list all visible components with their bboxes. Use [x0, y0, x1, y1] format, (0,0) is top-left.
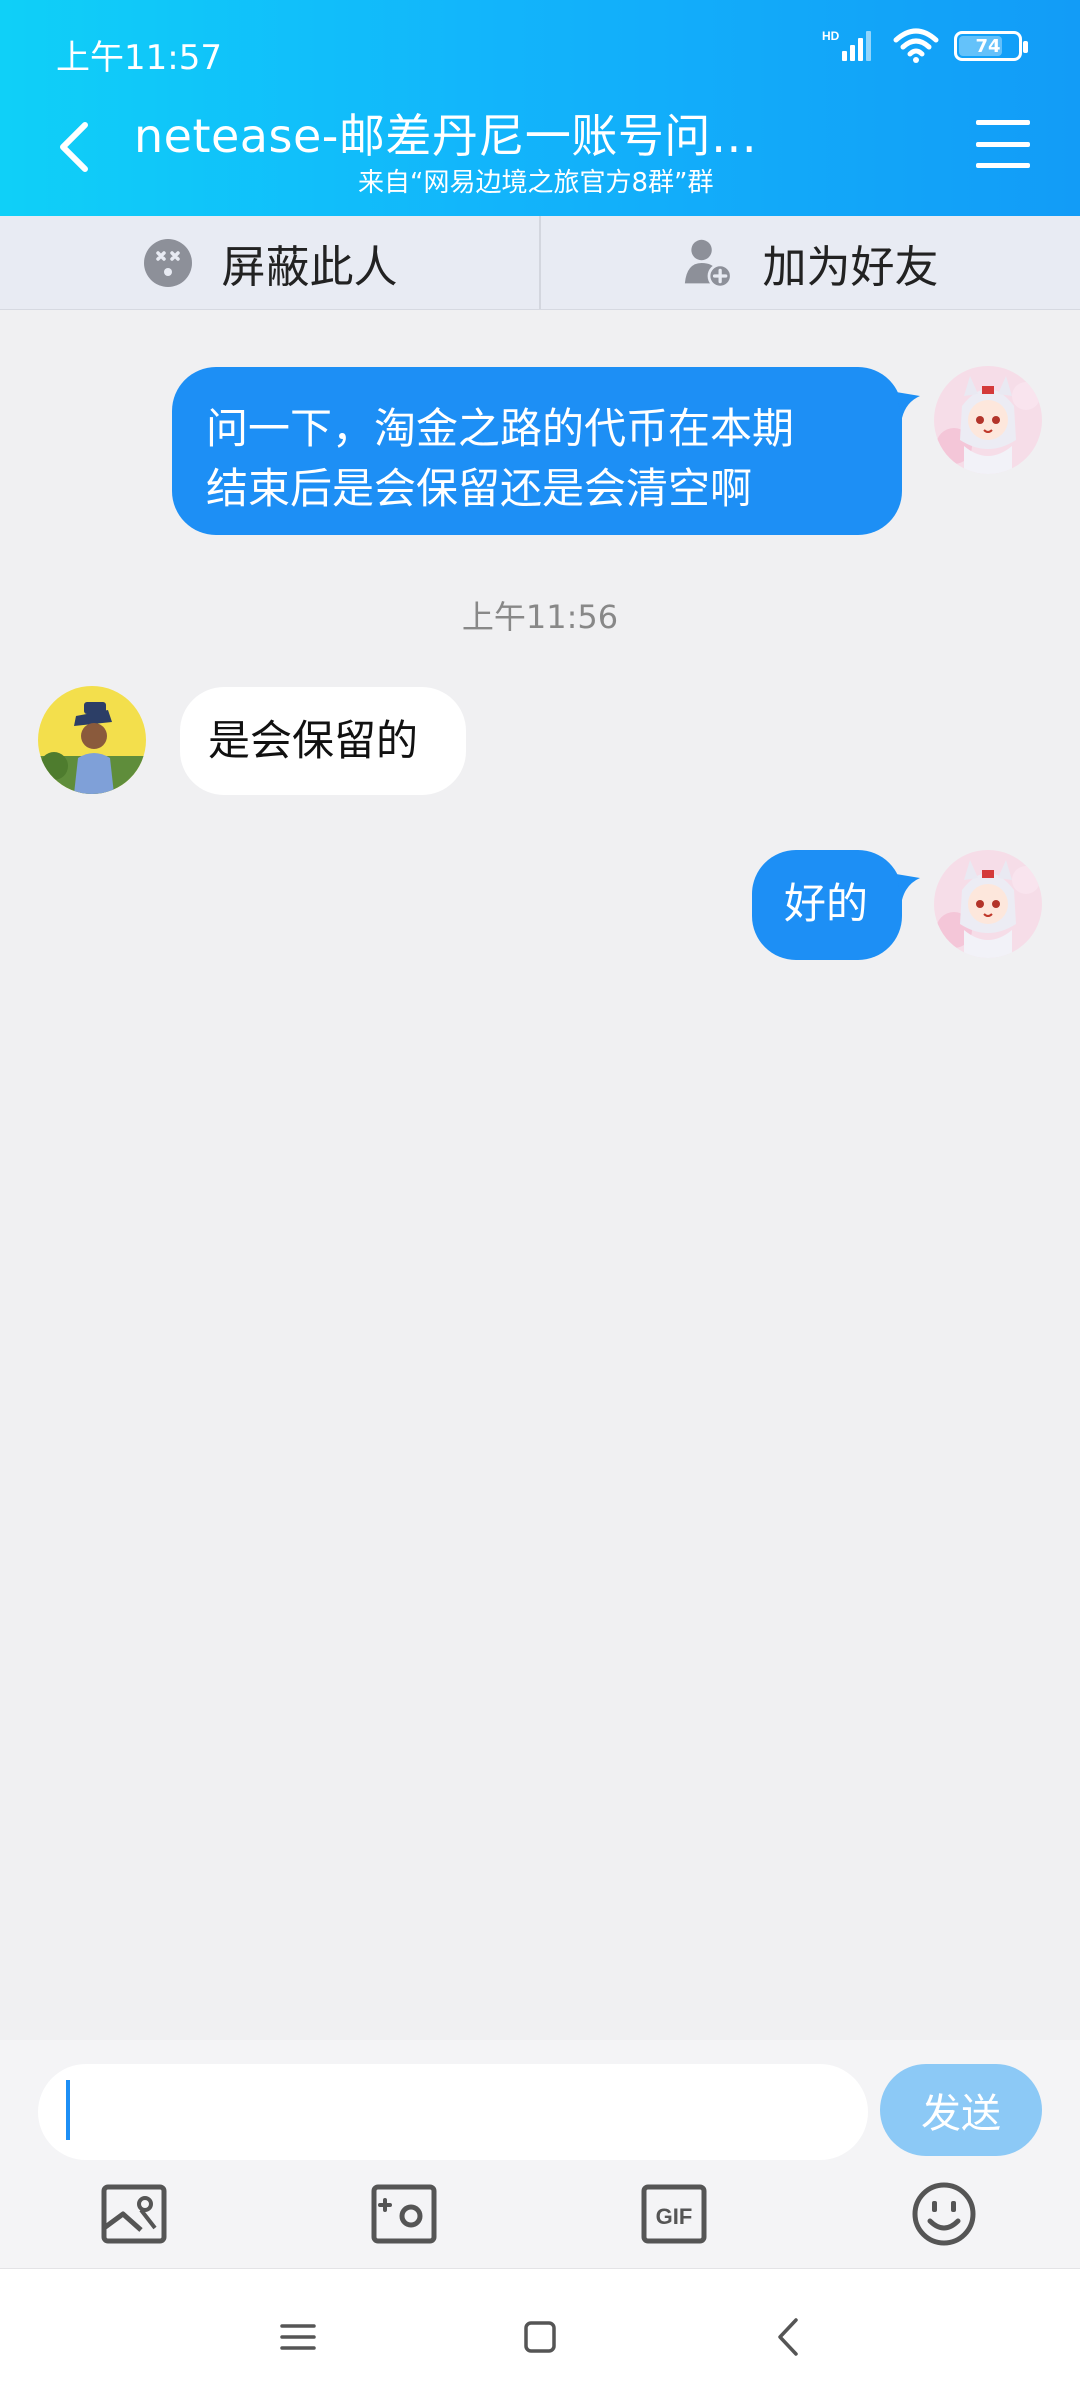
emoji-button[interactable]	[908, 2178, 980, 2250]
back-button[interactable]	[50, 115, 98, 179]
battery-indicator: 74	[954, 31, 1028, 61]
hamburger-menu-icon	[976, 120, 1030, 125]
message-line: 问一下，淘金之路的代币在本期	[206, 404, 795, 453]
status-time: 上午11:57	[56, 38, 222, 78]
message-input[interactable]	[38, 2064, 868, 2160]
gif-label: GIF	[656, 2204, 693, 2229]
send-button[interactable]: 发送	[880, 2064, 1042, 2156]
bubble-tail	[896, 874, 920, 900]
system-nav-bar	[0, 2268, 1080, 2400]
bubble-tail	[896, 392, 920, 418]
message-timestamp: 上午11:56	[461, 598, 619, 636]
gif-button[interactable]: GIF	[638, 2178, 710, 2250]
wifi-icon	[893, 28, 939, 63]
chat-title: netease-邮差丹尼一账号问…	[134, 109, 758, 163]
message-composer: 发送 GIF	[0, 2040, 1080, 2268]
avatar-self[interactable]	[934, 366, 1042, 474]
block-user-label: 屏蔽此人	[221, 241, 398, 293]
message-bubble-outgoing[interactable]: 问一下，淘金之路的代币在本期 结束后是会保留还是会清空啊	[172, 367, 902, 535]
text-cursor	[66, 2080, 70, 2140]
block-face-icon	[142, 237, 194, 289]
status-icons: HD 74	[822, 28, 1028, 64]
home-square-icon	[524, 2321, 556, 2353]
chevron-left-icon	[60, 122, 88, 172]
chat-subtitle: 来自“网易边境之旅官方8群”群	[358, 168, 714, 198]
recents-icon	[280, 2324, 316, 2350]
gif-icon: GIF	[641, 2184, 707, 2244]
message-bubble-incoming[interactable]: 是会保留的	[180, 687, 466, 795]
menu-button[interactable]	[976, 120, 1030, 168]
nav-recents-button[interactable]	[270, 2309, 326, 2365]
camera-button[interactable]	[368, 2178, 440, 2250]
add-friend-label: 加为好友	[762, 241, 939, 293]
network-type-label: HD	[822, 29, 840, 43]
camera-icon	[371, 2184, 437, 2244]
chat-header: 上午11:57 HD 74 netease-邮差丹尼一账号问… 来自“网易边境之…	[0, 0, 1080, 216]
block-user-button[interactable]: 屏蔽此人	[0, 216, 539, 309]
back-triangle-icon	[778, 2318, 798, 2356]
add-friend-button[interactable]: 加为好友	[539, 216, 1080, 309]
avatar-other[interactable]	[38, 686, 146, 794]
message-line: 结束后是会保留还是会清空啊	[206, 464, 753, 513]
image-picker-button[interactable]	[98, 2178, 170, 2250]
nav-back-button[interactable]	[760, 2309, 816, 2365]
message-text: 是会保留的	[208, 716, 419, 765]
battery-level: 74	[975, 35, 1001, 57]
message-text: 好的	[784, 879, 869, 928]
add-person-icon	[683, 237, 735, 289]
nav-home-button[interactable]	[512, 2309, 568, 2365]
stranger-action-bar: 屏蔽此人 加为好友	[0, 216, 1080, 310]
message-bubble-outgoing[interactable]: 好的	[752, 850, 902, 960]
avatar-self[interactable]	[934, 850, 1042, 958]
emoji-icon	[912, 2182, 976, 2246]
image-icon	[101, 2184, 167, 2244]
signal-icon: HD	[822, 29, 871, 61]
